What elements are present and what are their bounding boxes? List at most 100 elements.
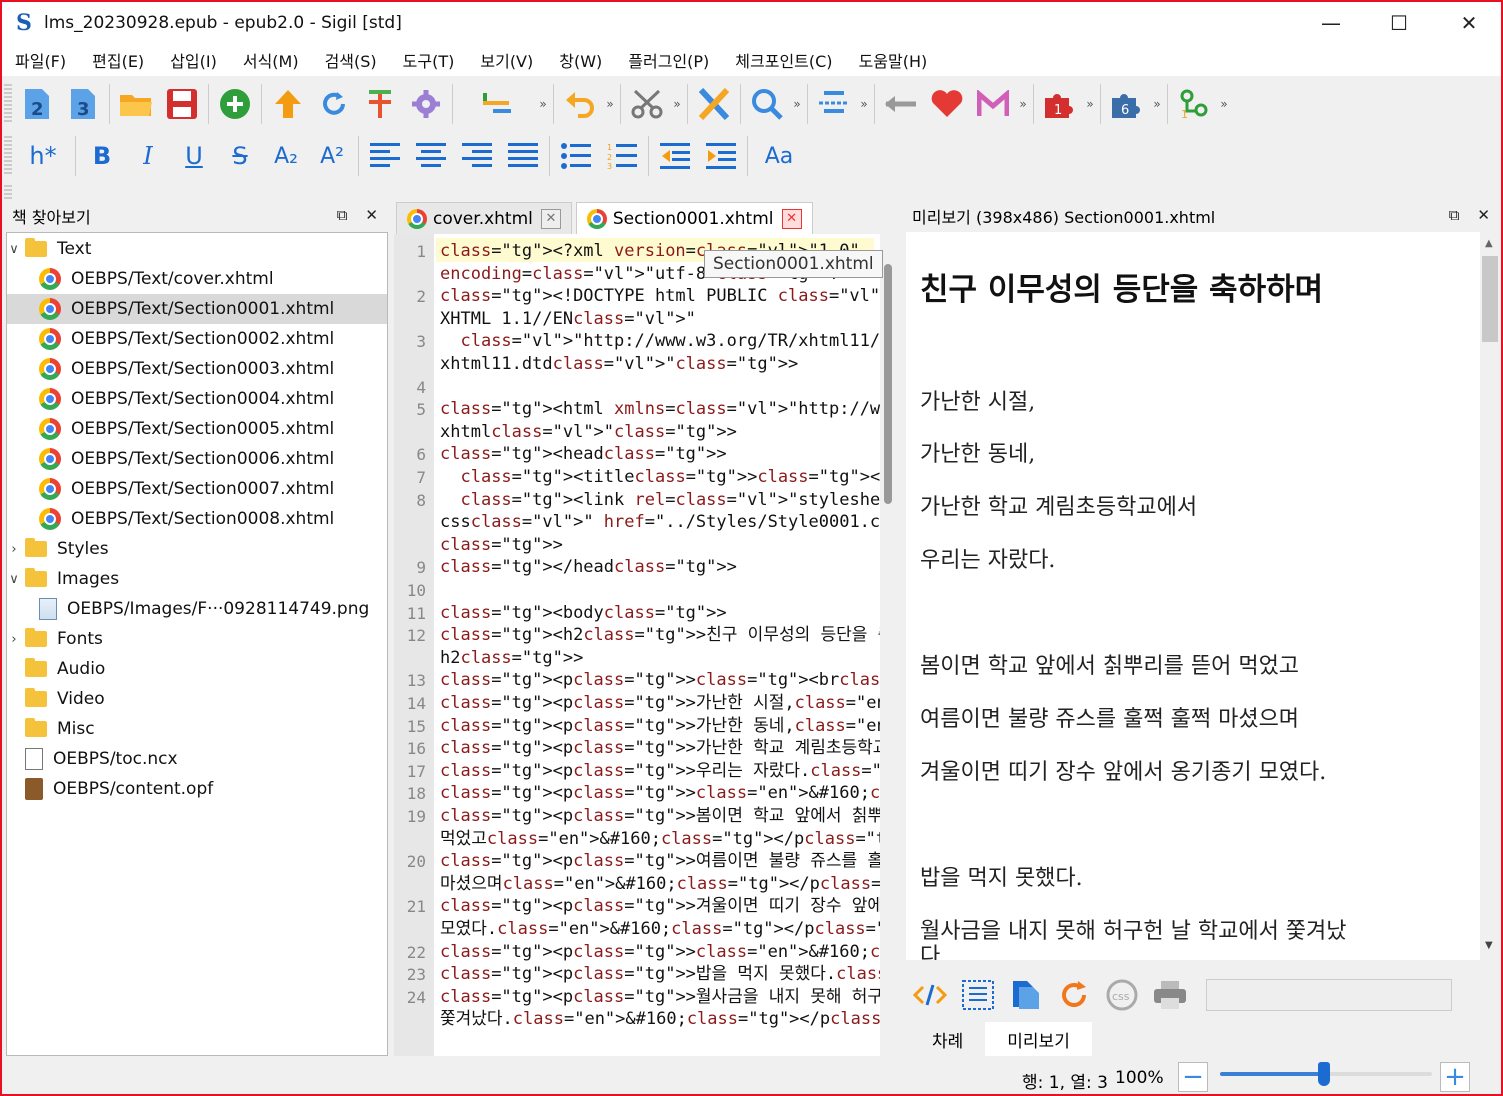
- overflow-chevron-icon[interactable]: »: [1016, 97, 1030, 111]
- tree-folder[interactable]: ∨ Images: [7, 564, 387, 594]
- strikethrough-button[interactable]: S: [217, 133, 263, 179]
- overflow-chevron-icon[interactable]: »: [536, 97, 550, 111]
- close-tab-icon[interactable]: ✕: [540, 208, 561, 229]
- close-panel-icon[interactable]: ✕: [1477, 206, 1490, 224]
- menu-plugins[interactable]: 플러그인(P): [615, 48, 722, 72]
- custom-css-icon[interactable]: css: [1098, 973, 1146, 1017]
- add-file-icon[interactable]: [212, 81, 258, 127]
- indent-icon[interactable]: [698, 133, 744, 179]
- tree-file[interactable]: OEBPS/Text/Section0008.xhtml: [7, 504, 387, 534]
- copy-icon[interactable]: [1002, 973, 1050, 1017]
- clean-html-icon[interactable]: [691, 81, 737, 127]
- float-panel-icon[interactable]: ⧉: [1449, 206, 1460, 224]
- overflow-chevron-icon[interactable]: »: [857, 97, 871, 111]
- expand-arrow-icon[interactable]: ›: [7, 542, 21, 557]
- code-line[interactable]: 먹었고class="en">&#160;class="tg"></pclass=…: [440, 828, 895, 851]
- italic-button[interactable]: I: [125, 133, 171, 179]
- overflow-chevron-icon[interactable]: »: [670, 97, 684, 111]
- close-panel-icon[interactable]: ✕: [365, 206, 378, 224]
- tree-folder[interactable]: Video: [7, 684, 387, 714]
- toolbar-grip[interactable]: [4, 84, 12, 124]
- split-section-icon[interactable]: [811, 81, 857, 127]
- back-arrow-icon[interactable]: [878, 81, 924, 127]
- overflow-chevron-icon[interactable]: »: [1150, 97, 1164, 111]
- tree-file[interactable]: OEBPS/Text/cover.xhtml: [7, 264, 387, 294]
- collapse-arrow-icon[interactable]: ∨: [7, 242, 21, 257]
- code-line[interactable]: class="tg"><pclass="tg">>봄이면 학교 앞에서 칡뿌리를…: [440, 805, 895, 828]
- collapse-arrow-icon[interactable]: ∨: [7, 572, 21, 587]
- preview-url-field[interactable]: [1206, 979, 1452, 1011]
- numbered-list-icon[interactable]: 123: [599, 133, 645, 179]
- tree-file[interactable]: OEBPS/Text/Section0001.xhtml: [7, 294, 387, 324]
- cut-scissors-icon[interactable]: [624, 81, 670, 127]
- heading-dropdown-button[interactable]: h*: [14, 133, 72, 179]
- refresh-icon[interactable]: [311, 81, 357, 127]
- editor-scrollbar[interactable]: [880, 234, 896, 1056]
- scroll-up-icon[interactable]: ▲: [1485, 238, 1493, 249]
- code-line[interactable]: 모였다.class="en">&#160;class="tg"></pclass…: [440, 918, 895, 941]
- align-left-icon[interactable]: [362, 133, 408, 179]
- undo-icon[interactable]: [557, 81, 603, 127]
- heart-icon[interactable]: [924, 81, 970, 127]
- select-all-icon[interactable]: [954, 973, 1002, 1017]
- tree-file[interactable]: OEBPS/Text/Section0002.xhtml: [7, 324, 387, 354]
- tree-file[interactable]: OEBPS/Images/F···0928114749.png: [7, 594, 387, 624]
- menu-checkpoints[interactable]: 체크포인트(C): [722, 48, 845, 72]
- align-right-icon[interactable]: [454, 133, 500, 179]
- superscript-button[interactable]: A²: [309, 133, 355, 179]
- overflow-chevron-icon[interactable]: »: [1217, 97, 1231, 111]
- toolbar-grip[interactable]: [4, 185, 12, 199]
- move-up-icon[interactable]: [265, 81, 311, 127]
- menu-insert[interactable]: 삽입(I): [157, 48, 230, 72]
- code-line[interactable]: class="tg">>: [440, 534, 563, 557]
- plugin-6-icon[interactable]: 6: [1104, 81, 1150, 127]
- minimize-button[interactable]: —: [1308, 6, 1354, 40]
- bullet-list-icon[interactable]: [553, 133, 599, 179]
- tree-folder[interactable]: ∨ Text: [7, 234, 387, 264]
- save-icon[interactable]: [159, 81, 205, 127]
- code-line[interactable]: XHTML 1.1//ENclass="vl">": [440, 308, 696, 331]
- overflow-chevron-icon[interactable]: »: [790, 97, 804, 111]
- underline-button[interactable]: U: [171, 133, 217, 179]
- preview-scrollbar[interactable]: ▲ ▼: [1480, 232, 1500, 960]
- plugin-1-icon[interactable]: 1: [1037, 81, 1083, 127]
- align-center-icon[interactable]: [408, 133, 454, 179]
- menu-format[interactable]: 서식(M): [230, 48, 312, 72]
- tab-section0001[interactable]: Section0001.xhtml ✕: [575, 202, 813, 234]
- search-icon[interactable]: [744, 81, 790, 127]
- add-cover-icon[interactable]: [357, 81, 403, 127]
- tree-file[interactable]: OEBPS/Text/Section0007.xhtml: [7, 474, 387, 504]
- menu-search[interactable]: 검색(S): [312, 48, 390, 72]
- code-line[interactable]: h2class="tg">>: [440, 647, 583, 670]
- menu-window[interactable]: 창(W): [546, 48, 615, 72]
- gmail-m-icon[interactable]: [970, 81, 1016, 127]
- tree-folder[interactable]: › Fonts: [7, 624, 387, 654]
- reload-icon[interactable]: [1050, 973, 1098, 1017]
- tab-preview[interactable]: 미리보기: [985, 1022, 1092, 1056]
- bold-button[interactable]: B: [79, 133, 125, 179]
- close-window-button[interactable]: ✕: [1446, 6, 1492, 40]
- tree-file[interactable]: OEBPS/Text/Section0005.xhtml: [7, 414, 387, 444]
- menu-tools[interactable]: 도구(T): [390, 48, 468, 72]
- open-folder-icon[interactable]: [113, 81, 159, 127]
- editor-scrollbar-thumb[interactable]: [884, 264, 892, 504]
- expand-arrow-icon[interactable]: ›: [7, 632, 21, 647]
- tree-file[interactable]: OEBPS/content.opf: [7, 774, 387, 804]
- zoom-out-button[interactable]: −: [1178, 1062, 1208, 1092]
- code-line[interactable]: xhtmlclass="vl">"class="tg">>: [440, 421, 737, 444]
- close-tab-icon[interactable]: ✕: [781, 208, 802, 229]
- toolbar-grip[interactable]: [4, 136, 12, 176]
- menu-view[interactable]: 보기(V): [467, 48, 546, 72]
- code-line[interactable]: class="vl">"http://www.w3.org/TR/xhtml11…: [440, 330, 895, 353]
- new-epub2-icon[interactable]: 2: [14, 81, 60, 127]
- tree-file[interactable]: OEBPS/Text/Section0006.xhtml: [7, 444, 387, 474]
- code-line[interactable]: class="tg"><headclass="tg">>: [440, 443, 727, 466]
- align-justify-icon[interactable]: [500, 133, 546, 179]
- tree-folder[interactable]: Misc: [7, 714, 387, 744]
- subscript-button[interactable]: A₂: [263, 133, 309, 179]
- maximize-button[interactable]: ☐: [1376, 6, 1422, 40]
- tree-file[interactable]: OEBPS/Text/Section0004.xhtml: [7, 384, 387, 414]
- menu-help[interactable]: 도움말(H): [846, 48, 941, 72]
- zoom-in-button[interactable]: +: [1440, 1062, 1470, 1092]
- tree-folder[interactable]: Audio: [7, 654, 387, 684]
